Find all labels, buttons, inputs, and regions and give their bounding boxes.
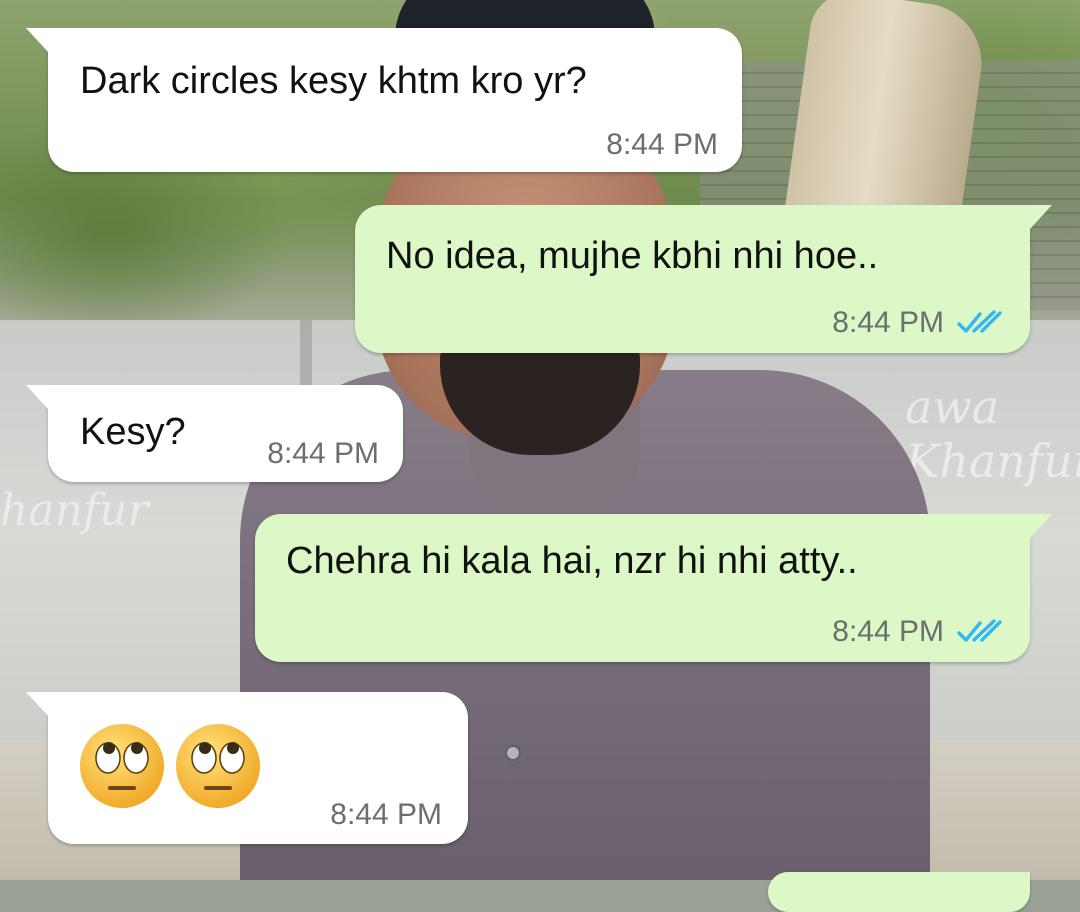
- message-bubble-outgoing[interactable]: Chehra hi kala hai, nzr hi nhi atty.. 8:…: [255, 514, 1052, 662]
- bubble-tail: [26, 692, 48, 716]
- message-bubble-incoming[interactable]: Dark circles kesy khtm kro yr? 8:44 PM: [26, 28, 742, 172]
- chat-conversation: Dark circles kesy khtm kro yr? 8:44 PM N…: [0, 0, 1080, 912]
- double-check-icon: [957, 310, 1002, 333]
- message-text: No idea, mujhe kbhi nhi hoe..: [386, 235, 879, 277]
- message-bubble-incoming[interactable]: 8:44 PM: [26, 692, 468, 844]
- message-timestamp: 8:44 PM: [606, 128, 718, 161]
- bubble-tail: [26, 385, 48, 409]
- message-bubble-outgoing-partial[interactable]: [768, 872, 1030, 912]
- message-timestamp: 8:44 PM: [330, 798, 442, 831]
- bubble-tail: [26, 28, 48, 52]
- message-timestamp: 8:44 PM: [832, 306, 944, 339]
- bubble-tail: [1030, 205, 1052, 229]
- message-text: Chehra hi kala hai, nzr hi nhi atty..: [286, 540, 858, 582]
- message-timestamp: 8:44 PM: [832, 615, 944, 648]
- message-bubble-incoming[interactable]: Kesy? 8:44 PM: [26, 385, 403, 482]
- message-timestamp: 8:44 PM: [267, 437, 379, 470]
- face-with-rolling-eyes-icon: [176, 724, 260, 808]
- message-text: Dark circles kesy khtm kro yr?: [80, 60, 587, 102]
- message-text: Kesy?: [80, 411, 186, 453]
- double-check-icon: [957, 619, 1002, 642]
- message-bubble-outgoing[interactable]: No idea, mujhe kbhi nhi hoe.. 8:44 PM: [355, 205, 1052, 353]
- bubble-tail: [1030, 514, 1052, 538]
- face-with-rolling-eyes-icon: [80, 724, 164, 808]
